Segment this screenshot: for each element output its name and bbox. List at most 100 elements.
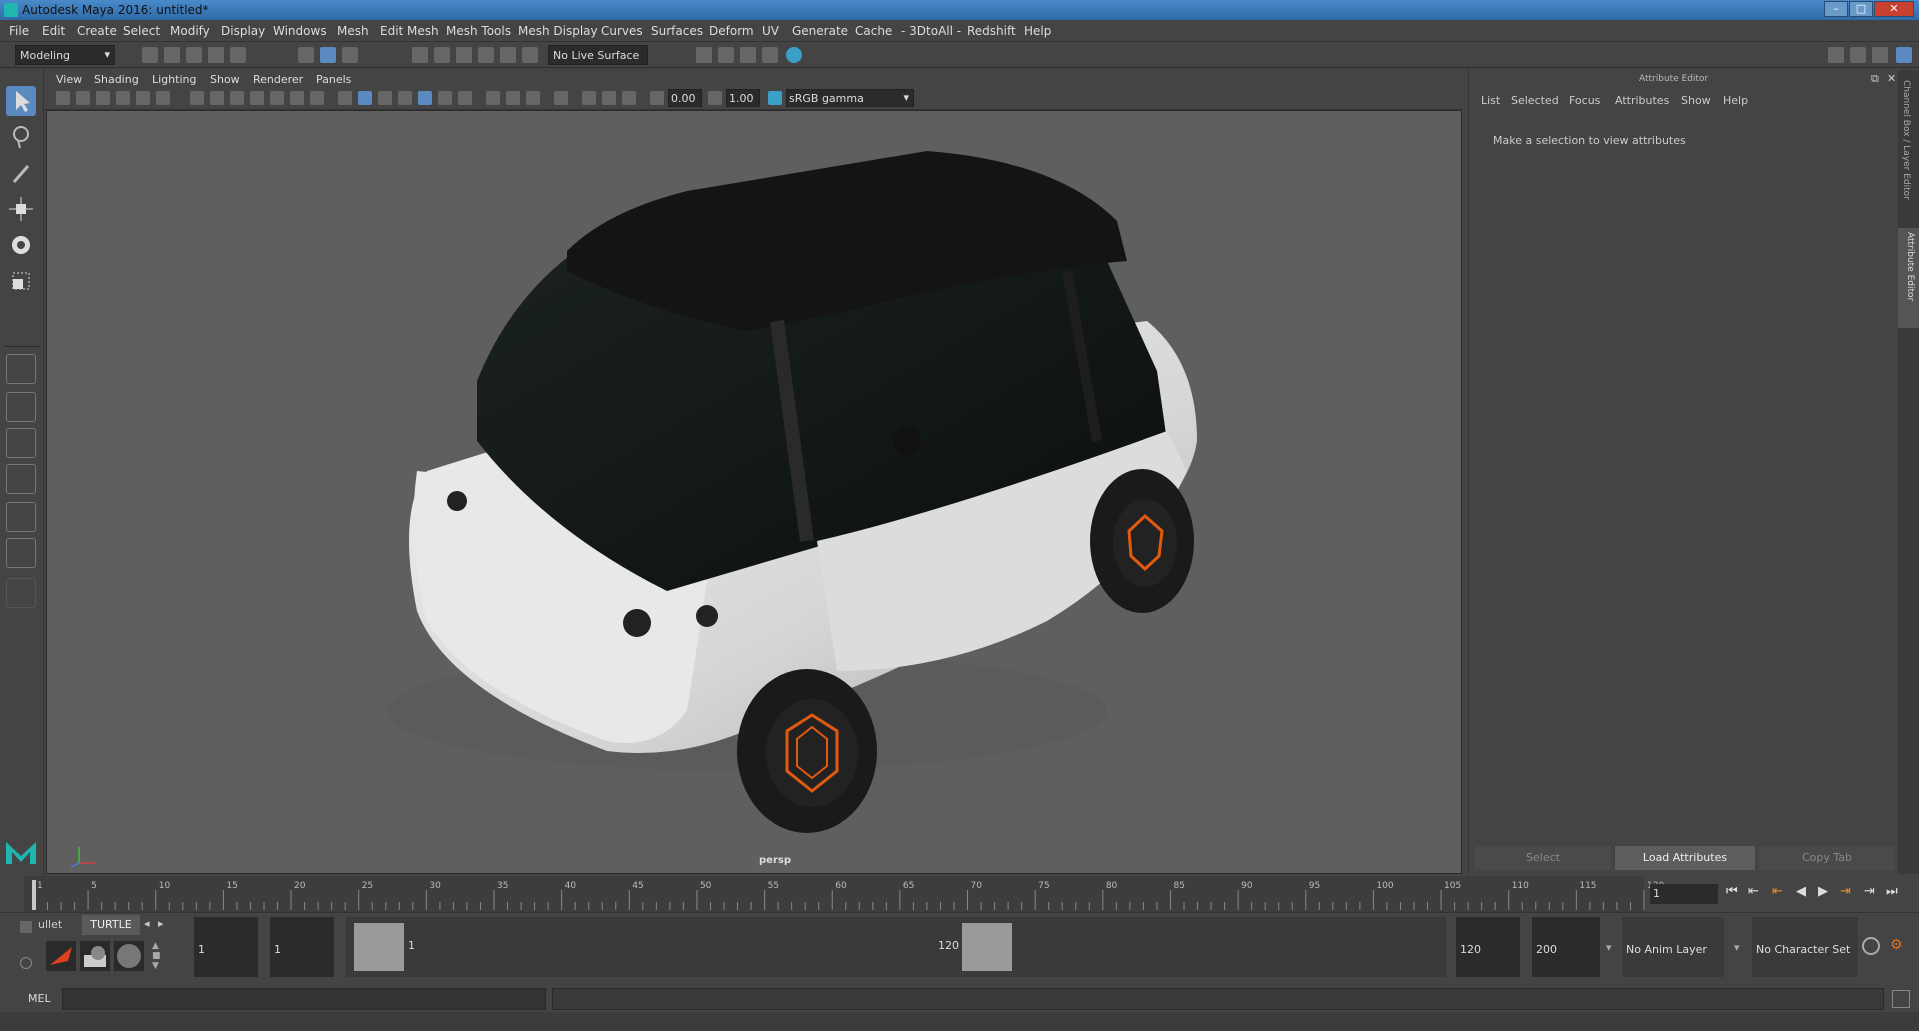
minimize-button[interactable]: – (1824, 1, 1848, 17)
float-panel-icon[interactable]: ⧉ (1871, 72, 1879, 86)
shadows-icon[interactable] (458, 91, 472, 105)
snap-curve-icon[interactable] (434, 47, 450, 63)
step-back-key-icon[interactable]: ⇤ (1748, 884, 1759, 899)
new-scene-icon[interactable] (142, 47, 158, 63)
safe-title-icon[interactable] (310, 91, 324, 105)
step-forward-frame-icon[interactable]: ⇥ (1840, 884, 1851, 899)
chevron-down-icon[interactable]: ▾ (1606, 941, 1612, 954)
animation-start-field[interactable]: 1 (194, 917, 258, 977)
shelf-settings-icon[interactable] (20, 957, 32, 969)
single-view-layout-icon[interactable] (6, 354, 36, 384)
range-slider-track[interactable]: 1 120 (346, 917, 1446, 977)
gamma-field[interactable]: 1.00 (726, 89, 760, 107)
gamma-icon[interactable] (708, 91, 722, 105)
image-plane-icon[interactable] (116, 91, 130, 105)
menu-3dtoall[interactable]: - 3DtoAll - (901, 24, 961, 38)
car-model[interactable] (387, 151, 1197, 833)
shelf-scroll-icon[interactable]: ▲ ■ ▼ (152, 941, 164, 971)
attr-menu-selected[interactable]: Selected (1511, 94, 1559, 107)
ipr-render-icon[interactable] (740, 47, 756, 63)
render-view-icon[interactable] (696, 47, 712, 63)
viewport-menu-panels[interactable]: Panels (316, 73, 351, 86)
character-set-dropdown[interactable]: No Character Set (1752, 917, 1858, 977)
load-attributes-button[interactable]: Load Attributes (1615, 846, 1755, 870)
xray-components-icon[interactable] (622, 91, 636, 105)
exposure-icon[interactable] (650, 91, 664, 105)
step-forward-key-icon[interactable]: ⇥ (1864, 884, 1875, 899)
menu-windows[interactable]: Windows (273, 24, 327, 38)
attr-menu-attributes[interactable]: Attributes (1615, 94, 1669, 107)
menu-create[interactable]: Create (77, 24, 117, 38)
use-default-material-icon[interactable] (378, 91, 392, 105)
hypershade-icon[interactable] (786, 47, 802, 63)
range-end-handle[interactable] (962, 923, 1012, 971)
mel-label[interactable]: MEL (28, 992, 51, 1005)
menu-file[interactable]: File (9, 24, 29, 38)
viewport-menu-view[interactable]: View (56, 73, 82, 86)
multisample-aa-icon[interactable] (526, 91, 540, 105)
menu-select[interactable]: Select (123, 24, 160, 38)
grease-pencil-icon[interactable] (156, 91, 170, 105)
camera-attributes-icon[interactable] (76, 91, 90, 105)
menu-generate[interactable]: Generate (792, 24, 848, 38)
2d-pan-zoom-icon[interactable] (136, 91, 150, 105)
playback-end-field[interactable]: 120 (1456, 917, 1520, 977)
menu-help[interactable]: Help (1024, 24, 1051, 38)
copy-tab-button[interactable]: Copy Tab (1759, 846, 1895, 870)
shelf-scroll-left-icon[interactable]: ◂ (144, 917, 150, 930)
redo-icon[interactable] (230, 47, 246, 63)
menu-curves[interactable]: Curves (601, 24, 643, 38)
lasso-tool-icon[interactable] (6, 122, 36, 152)
menu-mesh-display[interactable]: Mesh Display (518, 24, 598, 38)
menu-surfaces[interactable]: Surfaces (651, 24, 703, 38)
wireframe-on-shaded-icon[interactable] (398, 91, 412, 105)
animation-end-field[interactable]: 200 (1532, 917, 1600, 977)
step-back-frame-icon[interactable]: ⇤ (1772, 884, 1783, 899)
tab-channel-box[interactable]: Channel Box / Layer Editor (1901, 80, 1911, 200)
hypershade-layout-icon[interactable] (6, 538, 36, 568)
outliner-icon[interactable] (1850, 47, 1866, 63)
shelf-tab-bullet[interactable]: ullet (38, 918, 62, 931)
viewport-menu-renderer[interactable]: Renderer (253, 73, 303, 86)
baking-icon[interactable] (80, 941, 110, 971)
move-tool-icon[interactable] (6, 194, 36, 224)
shelf-scroll-right-icon[interactable]: ▸ (158, 917, 164, 930)
menu-modify[interactable]: Modify (170, 24, 210, 38)
menu-mesh[interactable]: Mesh (337, 24, 369, 38)
script-editor-icon[interactable] (1892, 990, 1910, 1008)
menu-edit[interactable]: Edit (42, 24, 65, 38)
snap-grid-icon[interactable] (412, 47, 428, 63)
viewport-menu-lighting[interactable]: Lighting (152, 73, 196, 86)
view-transform-dropdown[interactable]: sRGB gamma ▾ (786, 89, 914, 107)
time-ruler[interactable]: 1 5 10 15 20 25 30 35 40 45 50 55 60 65 70 75 80 85 90 95 10… (24, 876, 1664, 912)
auto-key-icon[interactable] (1862, 937, 1880, 955)
menu-cache[interactable]: Cache (855, 24, 892, 38)
scene-render[interactable] (47, 111, 1461, 873)
viewport-panel[interactable]: persp (46, 110, 1462, 874)
more-layouts-icon[interactable] (6, 578, 36, 608)
viewport-menu-show[interactable]: Show (210, 73, 240, 86)
time-ruler-background[interactable] (24, 876, 1644, 912)
attr-menu-focus[interactable]: Focus (1569, 94, 1600, 107)
shelf-menu-icon[interactable] (20, 921, 32, 933)
snap-vertex-icon[interactable] (522, 47, 538, 63)
safe-action-icon[interactable] (290, 91, 304, 105)
current-time-marker[interactable] (32, 880, 36, 910)
snap-view-icon[interactable] (478, 47, 494, 63)
textured-icon[interactable] (418, 91, 432, 105)
snap-surface-icon[interactable] (500, 47, 516, 63)
select-component-icon[interactable] (342, 47, 358, 63)
bookmark-icon[interactable] (96, 91, 110, 105)
maximize-button[interactable]: □ (1849, 1, 1873, 17)
color-management-icon[interactable] (768, 91, 782, 105)
select-tool-icon[interactable] (6, 86, 36, 116)
select-object-icon[interactable] (320, 47, 336, 63)
four-view-layout-icon[interactable] (6, 392, 36, 422)
snap-point-icon[interactable] (456, 47, 472, 63)
preferences-icon[interactable]: ⚙ (1890, 937, 1908, 955)
live-surface-field[interactable]: No Live Surface (548, 45, 648, 65)
menu-display[interactable]: Display (221, 24, 265, 38)
chevron-down-icon[interactable]: ▾ (1734, 941, 1740, 954)
select-hierarchy-icon[interactable] (298, 47, 314, 63)
camera-icon[interactable] (56, 91, 70, 105)
